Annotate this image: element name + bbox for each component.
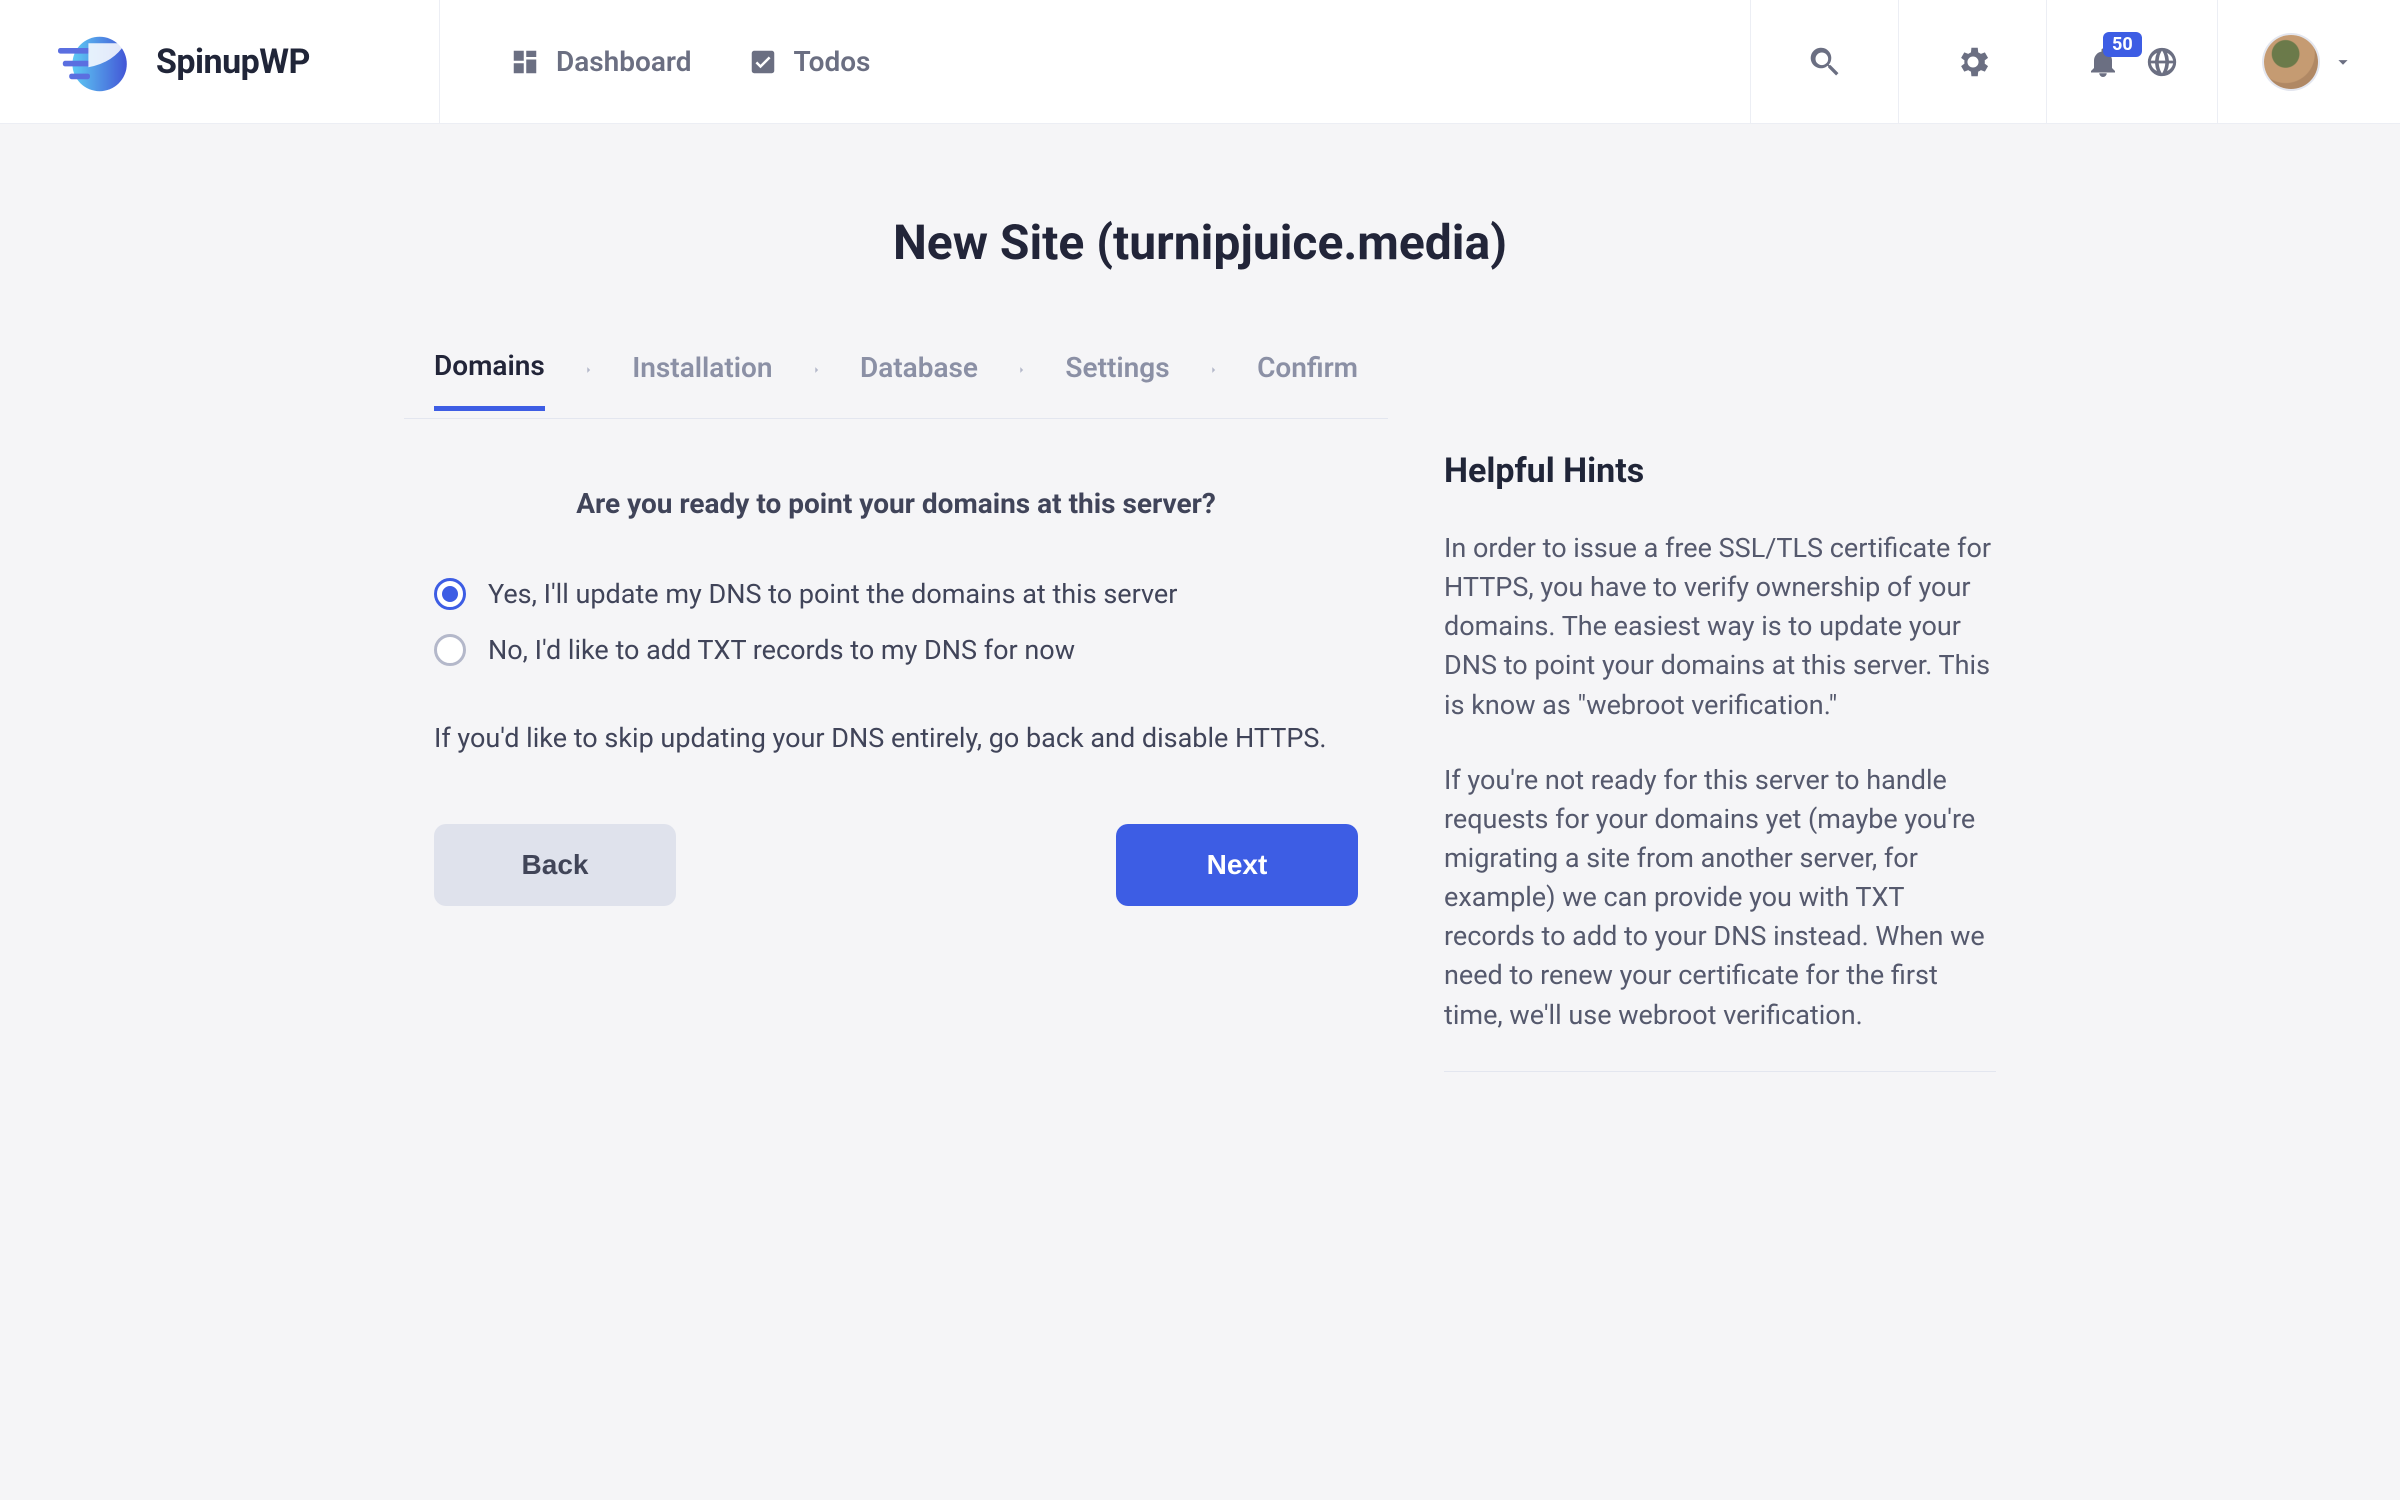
notifications[interactable]: 50 [2046, 0, 2217, 123]
nav-dashboard-label: Dashboard [556, 45, 692, 78]
step-confirm[interactable]: Confirm [1257, 351, 1358, 408]
todos-icon [748, 47, 778, 77]
divider [1444, 1071, 1996, 1072]
step-settings[interactable]: Settings [1065, 351, 1169, 408]
radio-icon [434, 578, 466, 610]
option-yes-label: Yes, I'll update my DNS to point the dom… [488, 578, 1177, 610]
chevron-right-icon [1208, 360, 1219, 380]
step-database[interactable]: Database [860, 351, 978, 408]
dashboard-icon [510, 47, 540, 77]
hints-title: Helpful Hints [1444, 451, 1996, 491]
app-header: SpinupWP Dashboard Todos 50 [0, 0, 2400, 124]
search-icon [1806, 43, 1844, 81]
brand-name: SpinupWP [156, 42, 310, 82]
nav-dashboard[interactable]: Dashboard [510, 45, 692, 78]
chevron-right-icon [1016, 360, 1027, 380]
domains-form: Are you ready to point your domains at t… [404, 487, 1388, 906]
notification-count-badge: 50 [2103, 32, 2142, 57]
nav-todos-label: Todos [794, 45, 871, 78]
brand-block[interactable]: SpinupWP [0, 0, 440, 123]
hints-p2: If you're not ready for this server to h… [1444, 761, 1996, 1035]
option-no[interactable]: No, I'd like to add TXT records to my DN… [434, 634, 1358, 666]
header-actions: 50 [1750, 0, 2400, 123]
chevron-right-icon [583, 360, 594, 380]
nav-todos[interactable]: Todos [748, 45, 871, 78]
hints-p1: In order to issue a free SSL/TLS certifi… [1444, 529, 1996, 725]
form-buttons: Back Next [434, 824, 1358, 906]
wizard-steps: Domains Installation Database Settings C… [404, 341, 1388, 419]
option-yes[interactable]: Yes, I'll update my DNS to point the dom… [434, 578, 1358, 610]
back-button[interactable]: Back [434, 824, 676, 906]
wizard-main: Domains Installation Database Settings C… [404, 341, 1388, 906]
brand-logo-icon [58, 32, 138, 92]
form-note: If you'd like to skip updating your DNS … [434, 722, 1358, 754]
user-menu[interactable] [2217, 0, 2400, 123]
globe-icon [2145, 45, 2179, 79]
next-button[interactable]: Next [1116, 824, 1358, 906]
avatar [2264, 35, 2318, 89]
helpful-hints: Helpful Hints In order to issue a free S… [1444, 341, 1996, 1072]
page-title: New Site (turnipjuice.media) [893, 214, 1507, 271]
step-domains[interactable]: Domains [434, 349, 545, 411]
radio-icon [434, 634, 466, 666]
gear-icon [1954, 43, 1992, 81]
chevron-right-icon [811, 360, 822, 380]
option-no-label: No, I'd like to add TXT records to my DN… [488, 634, 1075, 666]
search-button[interactable] [1750, 0, 1898, 123]
form-question: Are you ready to point your domains at t… [434, 487, 1358, 520]
settings-button[interactable] [1898, 0, 2046, 123]
page: New Site (turnipjuice.media) Domains Ins… [0, 124, 2400, 1072]
step-installation[interactable]: Installation [632, 351, 772, 408]
wizard: Domains Installation Database Settings C… [404, 341, 1996, 1072]
chevron-down-icon [2332, 51, 2354, 73]
primary-nav: Dashboard Todos [440, 0, 1750, 123]
